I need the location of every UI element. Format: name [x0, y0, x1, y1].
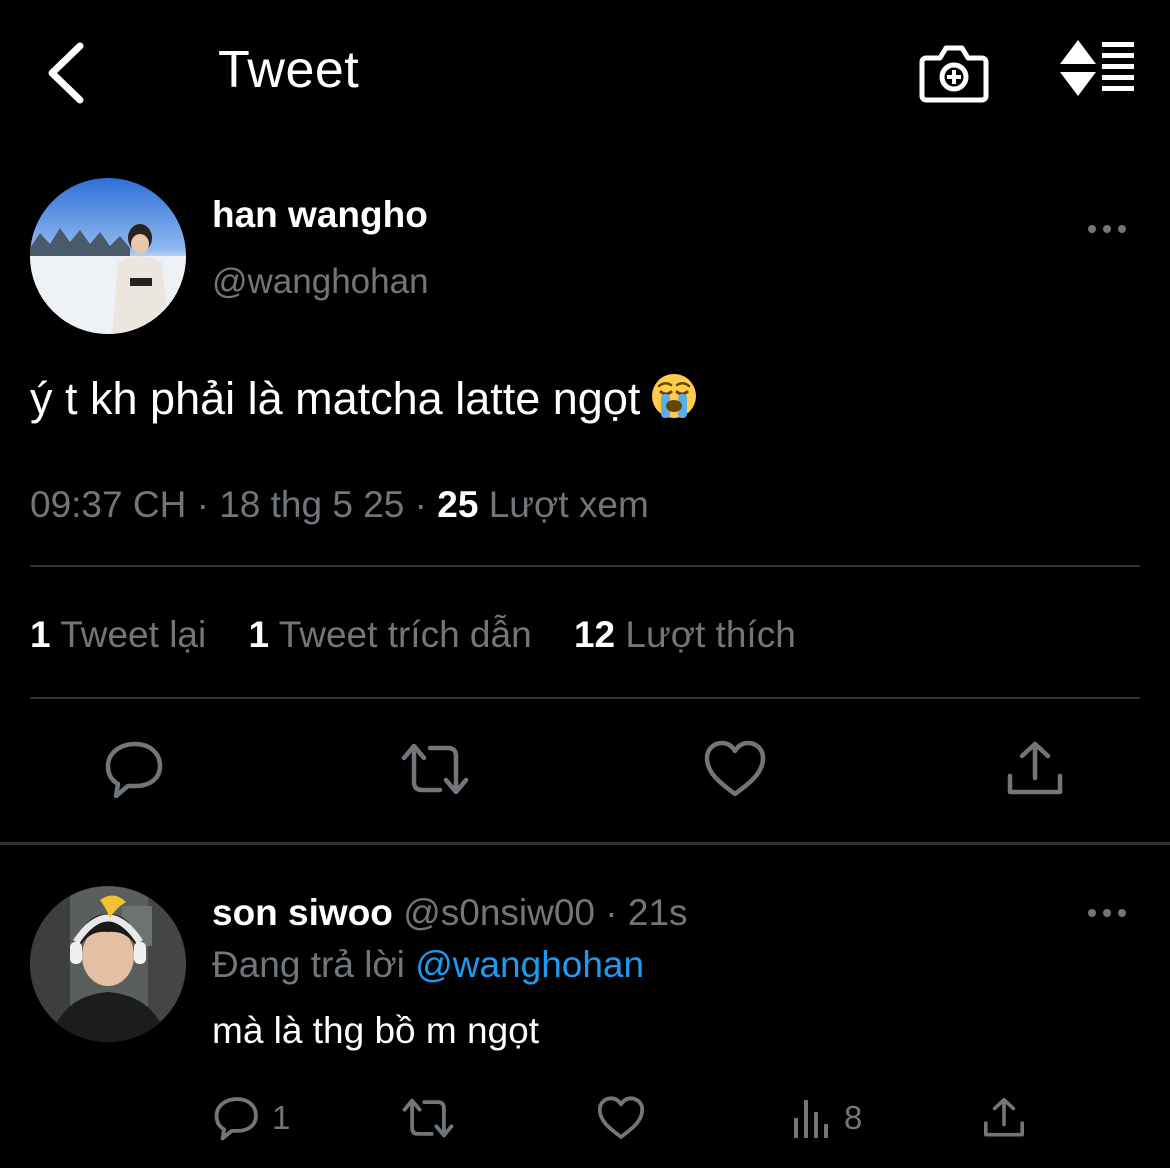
tweet-metadata: 09:37 CH · 18 thg 5 25 · 25 Lượt xem — [30, 484, 649, 525]
retweet-icon — [402, 1098, 454, 1138]
section-divider — [0, 842, 1170, 845]
reply-more-button[interactable] — [1084, 898, 1130, 928]
likes-stat[interactable]: 12 Lượt thích — [574, 614, 796, 655]
share-icon — [984, 1098, 1024, 1137]
chevron-left-icon — [48, 42, 84, 104]
heart-icon — [597, 1096, 645, 1139]
retweets-stat[interactable]: 1 Tweet lại — [30, 614, 206, 655]
back-button[interactable] — [40, 38, 100, 108]
page-title: Tweet — [218, 41, 360, 99]
replying-to-mention[interactable]: @wanghohan — [415, 944, 644, 985]
share-icon — [1007, 741, 1063, 795]
likes-count: 12 — [573, 614, 616, 655]
top-bar: Tweet — [0, 0, 1170, 150]
avatar-photo — [30, 178, 186, 334]
more-horizontal-icon — [1088, 225, 1126, 233]
retweet-button[interactable] — [400, 736, 469, 802]
author-handle[interactable]: @wanghohan — [212, 262, 429, 302]
divider — [30, 697, 1140, 699]
tweet-body: ý t kh phải là matcha latte ngọt — [30, 372, 698, 431]
divider — [30, 565, 1140, 567]
reply-time: 21s — [627, 892, 688, 933]
replying-to: Đang trả lời @wanghohan — [212, 944, 644, 986]
reply-author-handle[interactable]: @s0nsiw00 — [403, 892, 595, 933]
share-button[interactable] — [1002, 736, 1068, 802]
replying-prefix: Đang trả lời — [212, 944, 405, 985]
author-name[interactable]: han wangho — [212, 194, 428, 236]
tweet-action-bar — [0, 736, 1170, 806]
bar-chart-icon — [794, 1100, 828, 1138]
camera-plus-icon — [919, 45, 989, 103]
heart-icon — [704, 740, 766, 797]
tweet-date: 18 thg 5 25 — [219, 484, 405, 525]
reply-author-name[interactable]: son siwoo — [212, 892, 393, 933]
retweets-label: Tweet lại — [60, 614, 207, 655]
reply-text: mà là thg bồ m ngọt — [212, 1010, 540, 1051]
reply-like-button[interactable] — [596, 1090, 646, 1146]
crying-face-emoji — [650, 372, 698, 431]
retweets-count: 1 — [30, 614, 51, 655]
reply-retweet-button[interactable] — [400, 1090, 456, 1146]
tweet-time: 09:37 CH — [30, 484, 187, 525]
quotes-stat[interactable]: 1 Tweet trích dẫn — [249, 614, 532, 655]
like-button[interactable] — [702, 736, 768, 802]
sort-icon — [1060, 40, 1134, 96]
tweet-text: ý t kh phải là matcha latte ngọt — [30, 373, 641, 424]
views-count: 25 — [437, 484, 479, 525]
reply-views-button[interactable]: 8 — [792, 1090, 862, 1146]
reply-header: son siwoo @s0nsiw00 · 21s — [212, 892, 688, 933]
reply-reply-count: 1 — [272, 1099, 291, 1136]
reply-button[interactable] — [102, 736, 168, 802]
more-horizontal-icon — [1088, 909, 1126, 917]
quotes-label: Tweet trích dẫn — [278, 614, 532, 655]
retweet-icon — [401, 743, 469, 795]
reply-action-bar: 1 8 — [0, 1090, 1170, 1146]
add-photo-button[interactable] — [918, 38, 990, 104]
tweet-more-button[interactable] — [1084, 214, 1130, 244]
author-avatar[interactable] — [30, 178, 186, 334]
reply-reply-button[interactable]: 1 — [212, 1090, 290, 1146]
reply-icon — [105, 741, 163, 799]
views-label: Lượt xem — [488, 484, 649, 525]
quotes-count: 1 — [248, 614, 270, 655]
reply-views-count: 8 — [844, 1099, 863, 1136]
avatar-photo — [30, 886, 186, 1042]
tweet-detail-screen: Tweet han wangho @wanghohan ý t kh phải … — [0, 0, 1170, 1168]
reply-author-avatar[interactable] — [30, 886, 186, 1042]
tweet-stats: 1 Tweet lại 1 Tweet trích dẫn 12 Lượt th… — [30, 614, 828, 656]
reply-share-button[interactable] — [980, 1090, 1028, 1146]
sort-replies-button[interactable] — [1056, 38, 1140, 102]
reply-icon — [214, 1097, 258, 1141]
likes-label: Lượt thích — [625, 614, 796, 655]
